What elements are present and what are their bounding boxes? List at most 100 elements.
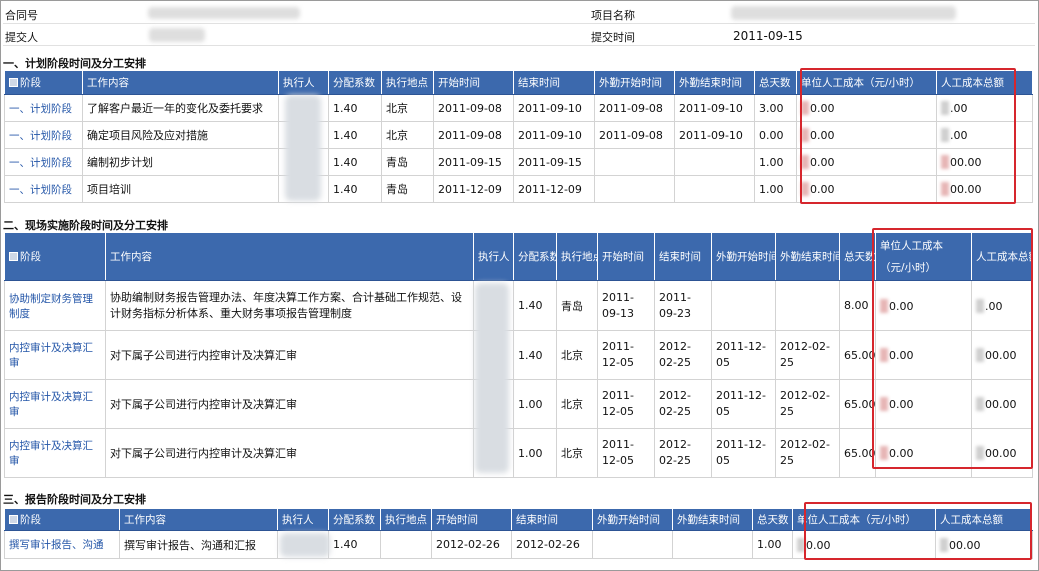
work-cell: 确定项目风险及应对措施 <box>82 121 279 149</box>
total-cost-cell: 00.00 <box>936 175 1033 203</box>
header-row-1: 合同号 项目名称 <box>3 3 1035 24</box>
submitter-value-redacted <box>149 28 205 42</box>
work-cell: 对下属子公司进行内控审计及决算汇审 <box>105 428 474 478</box>
stage-link[interactable]: 内控审计及决算汇审 <box>4 428 106 478</box>
total-cost-cell: .00 <box>971 280 1033 331</box>
field-end-cell <box>775 280 840 331</box>
col-start: 开始时间 <box>433 70 514 95</box>
start-cell: 2012-02-26 <box>431 530 512 559</box>
unit-cost-cell: 0.00 <box>875 330 972 380</box>
col-unit-cost: 单位人工成本（元/小时） <box>792 508 936 531</box>
work-cell: 对下属子公司进行内控审计及决算汇审 <box>105 330 474 380</box>
field-start-cell: 2011-12-05 <box>711 379 776 429</box>
stage-link[interactable]: 内控审计及决算汇审 <box>4 379 106 429</box>
project-name-value-redacted <box>731 6 956 20</box>
place-cell: 北京 <box>381 94 434 122</box>
table-row: 一、计划阶段 确定项目风险及应对措施 1.40 北京 2011-09-08 20… <box>4 121 1033 149</box>
col-end: 结束时间 <box>511 508 593 531</box>
coef-cell: 1.40 <box>328 175 382 203</box>
unit-cost-cell: 0.00 <box>875 280 972 331</box>
coef-cell: 1.40 <box>328 530 381 559</box>
col-end: 结束时间 <box>654 232 712 281</box>
col-field-end: 外勤结束时间 <box>775 232 840 281</box>
days-cell: 1.00 <box>752 530 793 559</box>
total-cost-cell: .00 <box>936 94 1033 122</box>
days-cell: 3.00 <box>754 94 797 122</box>
col-start: 开始时间 <box>597 232 655 281</box>
end-cell: 2011-09-15 <box>513 148 595 176</box>
col-days: 总天数 <box>754 70 797 95</box>
start-cell: 2011-09-13 <box>597 280 655 331</box>
submit-time-label: 提交时间 <box>591 31 635 44</box>
stage-link[interactable]: 一、计划阶段 <box>4 148 83 176</box>
stage-link[interactable]: 一、计划阶段 <box>4 175 83 203</box>
start-cell: 2011-09-08 <box>433 94 514 122</box>
field-end-cell: 2011-09-10 <box>674 94 755 122</box>
field-end-cell <box>674 148 755 176</box>
col-executor: 执行人 <box>278 70 329 95</box>
field-start-cell: 2011-09-08 <box>594 94 675 122</box>
col-field-end: 外勤结束时间 <box>674 70 755 95</box>
coef-cell: 1.40 <box>513 330 557 380</box>
days-cell: 65.00 <box>839 379 876 429</box>
col-place: 执行地点 <box>381 70 434 95</box>
start-cell: 2011-12-05 <box>597 330 655 380</box>
select-all-checkbox[interactable] <box>9 78 18 87</box>
place-cell: 北京 <box>556 330 598 380</box>
field-end-cell: 2012-02-25 <box>775 330 840 380</box>
col-stage[interactable]: 阶段 <box>4 508 120 531</box>
stage-link[interactable]: 协助制定财务管理制度 <box>4 280 106 331</box>
col-executor: 执行人 <box>277 508 329 531</box>
select-all-checkbox[interactable] <box>9 515 18 524</box>
table-row: 协助制定财务管理制度 协助编制财务报告管理办法、年度决算工作方案、合计基础工作规… <box>4 280 1033 331</box>
table-row: 一、计划阶段 了解客户最近一年的变化及委托要求 1.40 北京 2011-09-… <box>4 94 1033 122</box>
start-cell: 2011-12-05 <box>597 379 655 429</box>
col-coef: 分配系数 <box>328 70 382 95</box>
start-cell: 2011-12-09 <box>433 175 514 203</box>
executor-redaction <box>285 95 321 201</box>
total-cost-cell: 00.00 <box>971 379 1033 429</box>
place-cell: 北京 <box>556 428 598 478</box>
col-executor: 执行人 <box>473 232 514 281</box>
execution-table: 阶段 工作内容 执行人 分配系数 执行地点 开始时间 结束时间 外勤开始时间 外… <box>4 232 1033 478</box>
col-total-cost: 人工成本总额 <box>935 508 1033 531</box>
coef-cell: 1.40 <box>328 121 382 149</box>
stage-link[interactable]: 一、计划阶段 <box>4 94 83 122</box>
col-field-end: 外勤结束时间 <box>672 508 753 531</box>
contract-no-label: 合同号 <box>5 9 38 22</box>
col-stage[interactable]: 阶段 <box>4 70 83 95</box>
end-cell: 2011-12-09 <box>513 175 595 203</box>
start-cell: 2011-09-15 <box>433 148 514 176</box>
work-cell: 了解客户最近一年的变化及委托要求 <box>82 94 279 122</box>
field-end-cell <box>674 175 755 203</box>
table-row: 一、计划阶段 项目培训 1.40 青岛 2011-12-09 2011-12-0… <box>4 175 1033 203</box>
table-row: 内控审计及决算汇审 对下属子公司进行内控审计及决算汇审 1.00 北京 2011… <box>4 428 1033 478</box>
start-cell: 2011-09-08 <box>433 121 514 149</box>
submitter-label: 提交人 <box>5 31 38 44</box>
stage-link[interactable]: 撰写审计报告、沟通 <box>4 530 120 559</box>
stage-link[interactable]: 内控审计及决算汇审 <box>4 330 106 380</box>
col-field-start: 外勤开始时间 <box>594 70 675 95</box>
col-end: 结束时间 <box>513 70 595 95</box>
table-row: 一、计划阶段 编制初步计划 1.40 青岛 2011-09-15 2011-09… <box>4 148 1033 176</box>
select-all-checkbox[interactable] <box>9 252 18 261</box>
days-cell: 8.00 <box>839 280 876 331</box>
plan-table: 阶段 工作内容 执行人 分配系数 执行地点 开始时间 结束时间 外勤开始时间 外… <box>4 70 1033 203</box>
col-stage[interactable]: 阶段 <box>4 232 106 281</box>
col-coef: 分配系数 <box>328 508 381 531</box>
unit-cost-cell: 0.00 <box>796 175 937 203</box>
field-start-cell <box>592 530 673 559</box>
col-days: 总天数 <box>752 508 793 531</box>
end-cell: 2012-02-25 <box>654 330 712 380</box>
section-2-title: 二、现场实施阶段时间及分工安排 <box>3 219 168 232</box>
col-work: 工作内容 <box>82 70 279 95</box>
table-row: 撰写审计报告、沟通 撰写审计报告、沟通和汇报 1.40 2012-02-26 2… <box>4 530 1033 559</box>
col-coef: 分配系数 <box>513 232 557 281</box>
stage-link[interactable]: 一、计划阶段 <box>4 121 83 149</box>
work-cell: 编制初步计划 <box>82 148 279 176</box>
work-cell: 项目培训 <box>82 175 279 203</box>
place-cell: 北京 <box>556 379 598 429</box>
days-cell: 0.00 <box>754 121 797 149</box>
col-place: 执行地点 <box>556 232 598 281</box>
days-cell: 1.00 <box>754 175 797 203</box>
